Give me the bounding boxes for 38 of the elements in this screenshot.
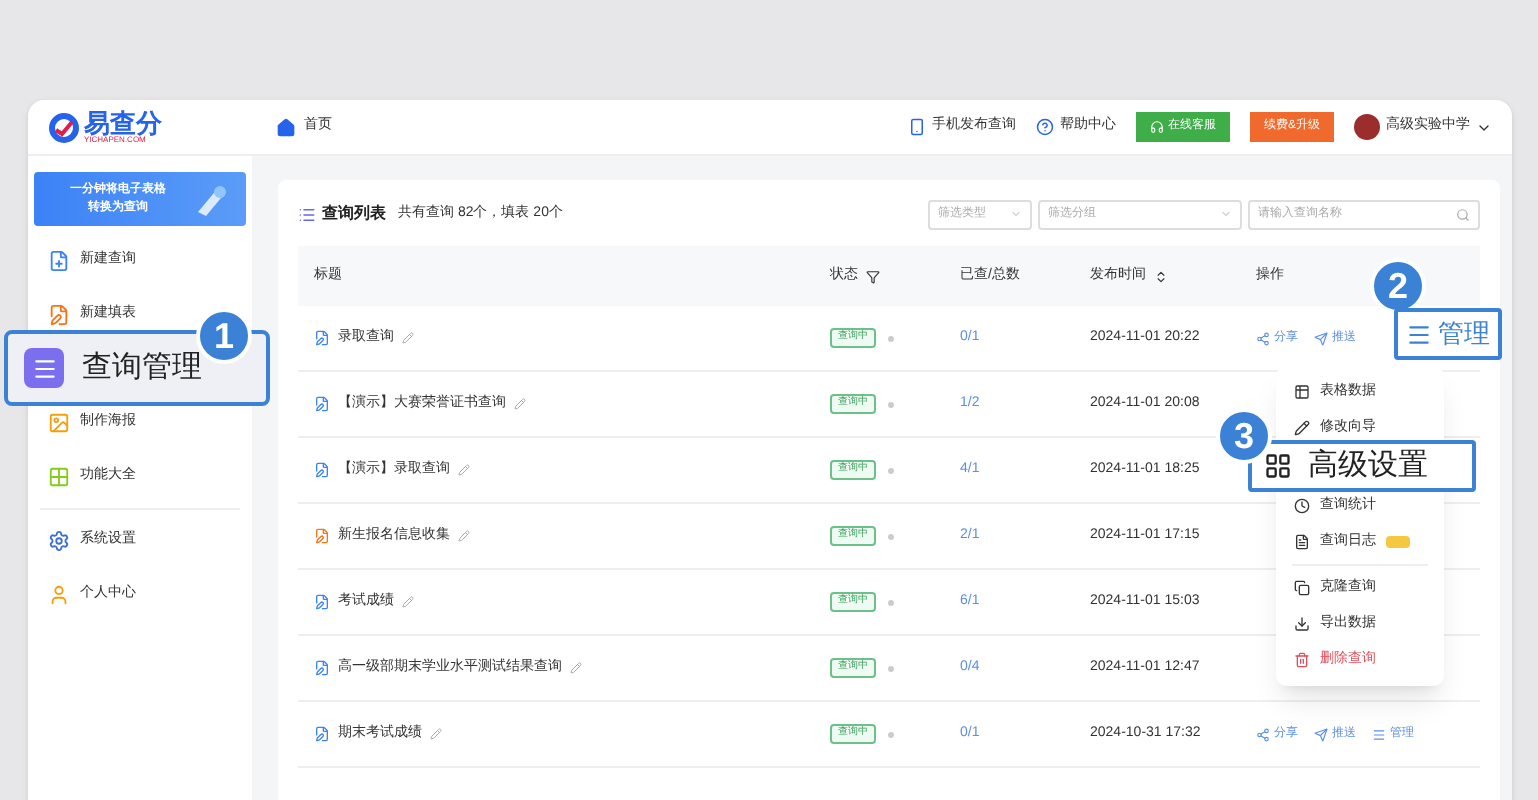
edit-icon[interactable] — [430, 728, 442, 740]
table-icon — [1294, 384, 1310, 400]
logo-icon — [48, 111, 80, 143]
send-icon — [1314, 727, 1328, 741]
chevron-down-icon — [1220, 208, 1232, 220]
clock-icon — [1294, 498, 1310, 514]
pencil-icon — [1294, 420, 1310, 436]
menu-icon — [1406, 321, 1432, 347]
download-icon — [1294, 616, 1310, 632]
edit-icon[interactable] — [458, 464, 470, 476]
logo-text: 易查分 — [84, 110, 162, 136]
edit-icon[interactable] — [458, 530, 470, 542]
edit-icon[interactable] — [514, 398, 526, 410]
grid-icon — [1264, 452, 1292, 480]
document-icon — [1294, 534, 1310, 550]
trash-icon — [1294, 652, 1310, 668]
list-icon — [298, 205, 316, 223]
list-title: 查询列表 — [322, 202, 386, 226]
phone-icon — [907, 118, 926, 136]
edit-icon[interactable] — [402, 596, 414, 608]
sort-icon[interactable] — [1154, 269, 1168, 283]
chevron-down-icon — [1010, 208, 1022, 220]
help-icon — [1035, 118, 1054, 136]
menu-icon — [1372, 727, 1386, 741]
search-icon[interactable] — [1456, 207, 1470, 221]
highlighted-manage-link[interactable]: 管理 — [1394, 308, 1502, 360]
copy-icon — [1294, 580, 1310, 596]
headset-icon — [1149, 120, 1164, 134]
avatar[interactable] — [1354, 114, 1380, 140]
vip-badge — [1386, 536, 1410, 548]
edit-icon[interactable] — [570, 662, 582, 674]
edit-icon[interactable] — [402, 332, 414, 344]
home-icon — [276, 117, 296, 137]
share-icon — [1256, 331, 1270, 345]
send-icon — [1314, 331, 1328, 345]
share-icon — [1256, 727, 1270, 741]
menu-icon — [24, 348, 64, 388]
filter-icon[interactable] — [866, 269, 880, 283]
